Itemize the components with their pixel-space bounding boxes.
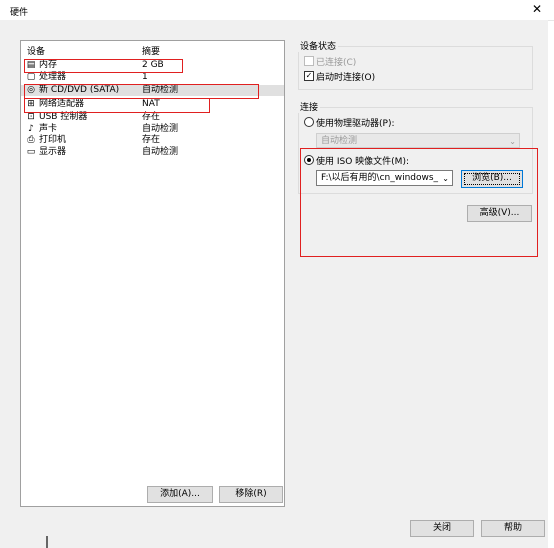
left-strip [0,20,8,548]
background-edge [46,536,58,548]
chevron-down-icon: ⌄ [509,137,516,146]
use-physical-drive-label: 使用物理驱动器(P): [316,119,395,129]
device-summary: 存在 [142,135,161,145]
device-row-printer[interactable]: ⎙ 打印机 存在 [21,135,284,146]
device-summary: 存在 [142,112,161,122]
column-header-summary: 摘要 [142,47,161,57]
connection-label: 连接 [298,100,321,113]
highlight-box-network [24,98,210,113]
device-summary: 自动检测 [142,124,179,134]
device-row-usb-controller[interactable]: ⊡ USB 控制器 存在 [21,112,284,123]
highlight-box-iso [300,148,538,257]
sound-card-icon: ♪ [28,124,34,134]
device-list[interactable]: 设备 摘要 ▤ 内存 2 GB ▢ 处理器 1 ◎ 新 CD/DVD (SATA… [20,40,285,507]
device-name: 声卡 [39,124,58,134]
device-name: 处理器 [39,72,67,82]
processor-icon: ▢ [26,72,36,82]
remove-button[interactable]: 移除(R) [219,486,283,503]
column-header-device: 设备 [27,47,46,57]
connected-checkbox[interactable] [304,56,314,66]
physical-drive-value: 自动检测 [321,136,358,146]
connected-label: 已连接(C) [316,58,357,68]
device-row-processor[interactable]: ▢ 处理器 1 [21,72,284,83]
title-bar: 硬件 ✕ [0,0,554,21]
add-button[interactable]: 添加(A)... [147,486,213,503]
device-row-sound-card[interactable]: ♪ 声卡 自动检测 [21,124,284,135]
device-name: 打印机 [39,135,67,145]
device-name: USB 控制器 [39,112,88,122]
display-icon: ▭ [26,147,36,157]
device-summary: 自动检测 [142,147,179,157]
device-row-display[interactable]: ▭ 显示器 自动检测 [21,147,284,158]
highlight-box-cd-dvd [24,84,259,99]
physical-drive-select[interactable]: 自动检测 ⌄ [316,133,520,148]
device-name: 显示器 [39,147,67,157]
connect-at-power-on-checkbox[interactable]: ✓ [304,71,314,81]
printer-icon: ⎙ [27,135,35,145]
device-status-group [298,46,533,90]
window-title: 硬件 [10,8,29,18]
highlight-box-memory [24,59,183,73]
close-button[interactable]: 关闭 [410,520,474,537]
help-button[interactable]: 帮助 [481,520,545,537]
connect-at-power-on-label: 启动时连接(O) [316,73,376,83]
use-physical-drive-radio[interactable] [304,117,314,127]
close-icon[interactable]: ✕ [530,2,544,16]
device-status-label: 设备状态 [298,39,339,52]
device-summary: 1 [142,72,148,82]
usb-controller-icon: ⊡ [27,112,35,122]
